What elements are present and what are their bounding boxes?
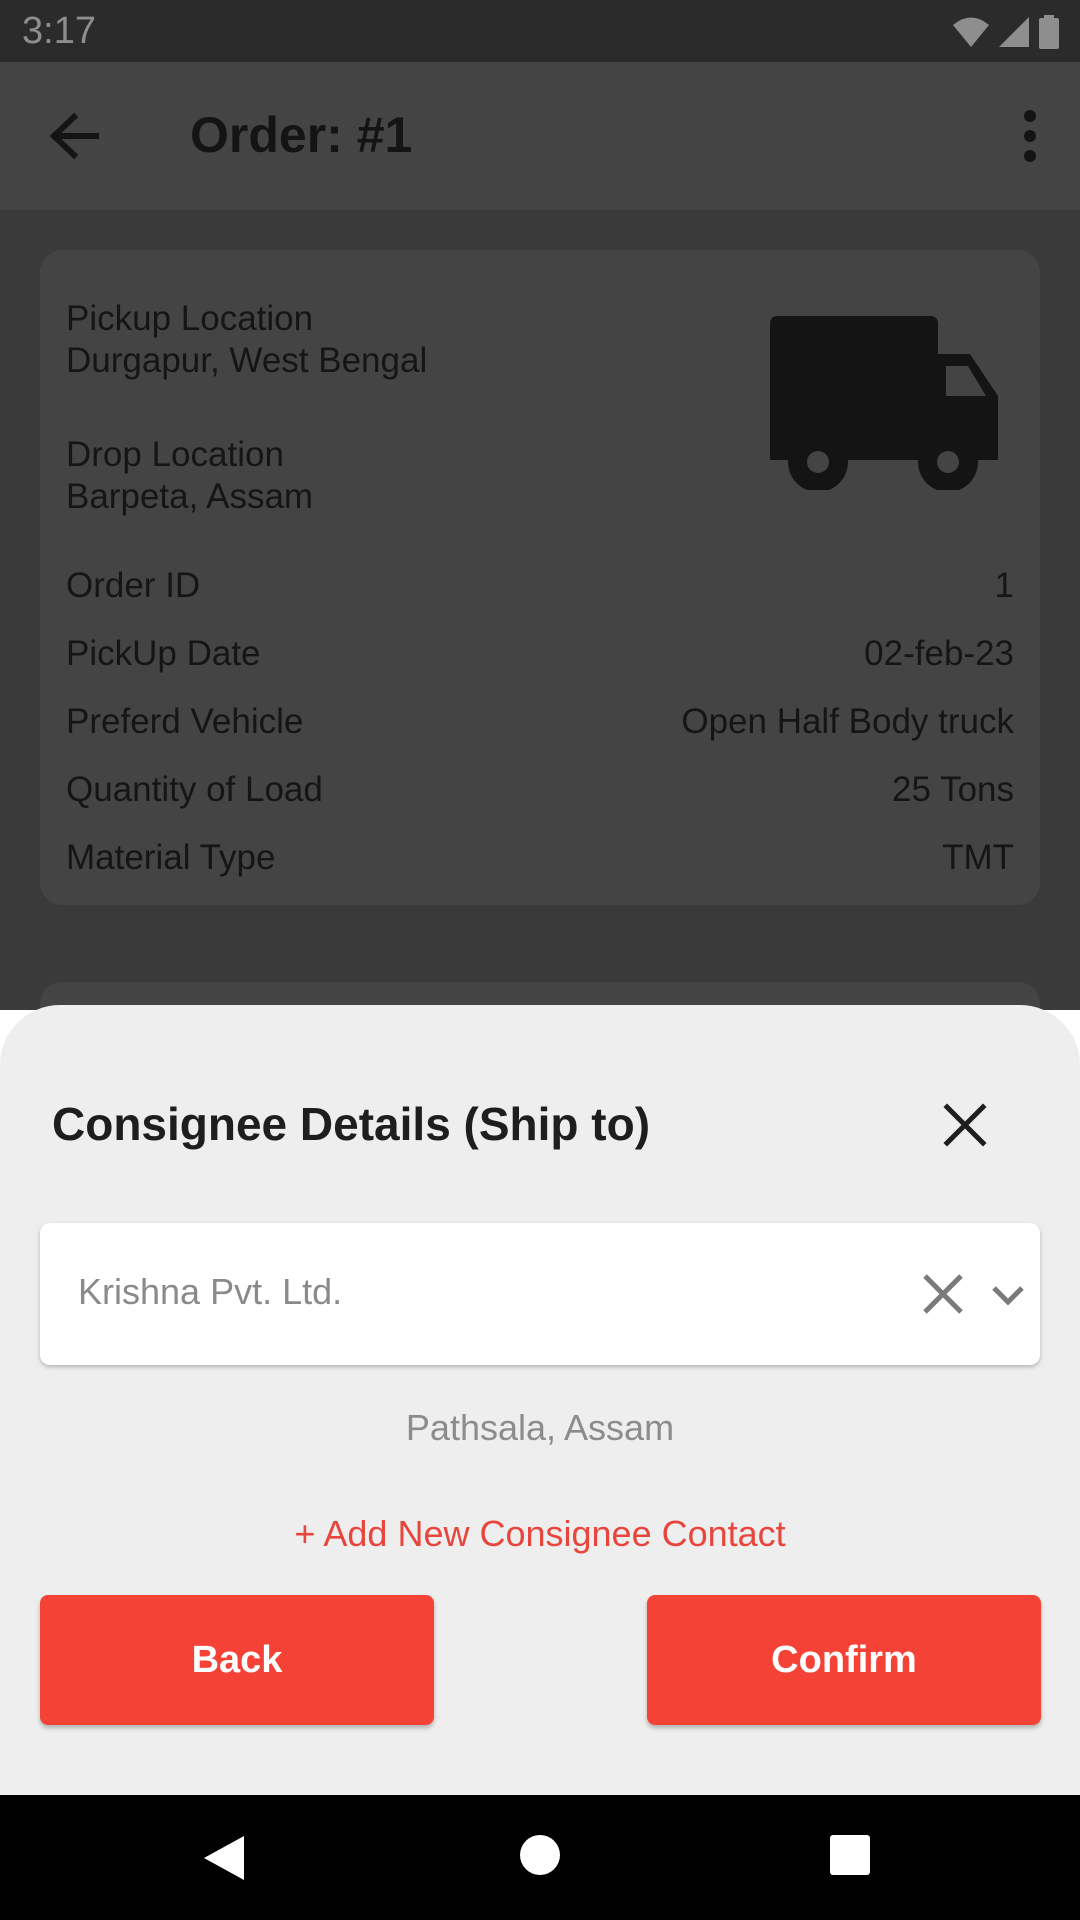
chevron-down-icon[interactable]	[988, 1275, 1028, 1315]
detail-value: Open Half Body truck	[681, 702, 1014, 741]
order-content: Pickup Location Durgapur, West Bengal Dr…	[0, 210, 1080, 1042]
wifi-icon	[953, 17, 989, 47]
detail-value: TMT	[942, 838, 1014, 877]
detail-value: 02-feb-23	[864, 634, 1014, 673]
back-arrow-icon[interactable]	[44, 106, 104, 166]
detail-key: Material Type	[66, 838, 276, 877]
status-icons	[952, 12, 1060, 52]
order-card: Pickup Location Durgapur, West Bengal Dr…	[40, 250, 1040, 905]
system-nav-bar	[0, 1795, 1080, 1920]
more-menu-icon[interactable]	[1000, 106, 1060, 166]
nav-recents-icon[interactable]	[828, 1833, 872, 1877]
battery-icon	[1039, 15, 1059, 49]
pickup-label: Pickup Location	[66, 299, 314, 338]
detail-row: PickUp Date 02-feb-23	[66, 634, 1014, 678]
back-button[interactable]: Back	[40, 1595, 434, 1725]
signal-icon	[999, 17, 1029, 47]
detail-row: Preferd Vehicle Open Half Body truck	[66, 702, 1014, 746]
detail-key: Order ID	[66, 566, 201, 605]
sheet-title: Consignee Details (Ship to)	[52, 1098, 651, 1150]
clear-selection-icon[interactable]	[920, 1271, 966, 1317]
detail-value: 1	[994, 566, 1014, 605]
close-icon[interactable]	[935, 1095, 995, 1155]
detail-row: Order ID 1	[66, 566, 1014, 610]
add-consignee-link[interactable]: + Add New Consignee Contact	[0, 1513, 1080, 1555]
consignee-select-value: Krishna Pvt. Ltd.	[78, 1271, 343, 1312]
detail-key: PickUp Date	[66, 634, 261, 673]
page-title: Order: #1	[190, 107, 413, 163]
consignee-select[interactable]: Krishna Pvt. Ltd.	[40, 1223, 1040, 1365]
detail-key: Quantity of Load	[66, 770, 323, 809]
status-time: 3:17	[22, 10, 96, 52]
drop-value: Barpeta, Assam	[66, 477, 314, 516]
status-bar: 3:17	[0, 0, 1080, 62]
nav-home-icon[interactable]	[518, 1833, 562, 1877]
drop-label: Drop Location	[66, 435, 284, 474]
detail-key: Preferd Vehicle	[66, 702, 304, 741]
nav-back-icon[interactable]	[200, 1833, 250, 1883]
confirm-button[interactable]: Confirm	[647, 1595, 1041, 1725]
app-bar: Order: #1	[0, 62, 1080, 210]
pickup-value: Durgapur, West Bengal	[66, 341, 428, 380]
detail-row: Quantity of Load 25 Tons	[66, 770, 1014, 814]
consignee-bottom-sheet: Consignee Details (Ship to) Krishna Pvt.…	[0, 1005, 1080, 1795]
detail-row: Material Type TMT	[66, 838, 1014, 882]
detail-value: 25 Tons	[892, 770, 1014, 809]
consignee-address: Pathsala, Assam	[405, 1407, 675, 1448]
truck-icon	[770, 316, 998, 490]
